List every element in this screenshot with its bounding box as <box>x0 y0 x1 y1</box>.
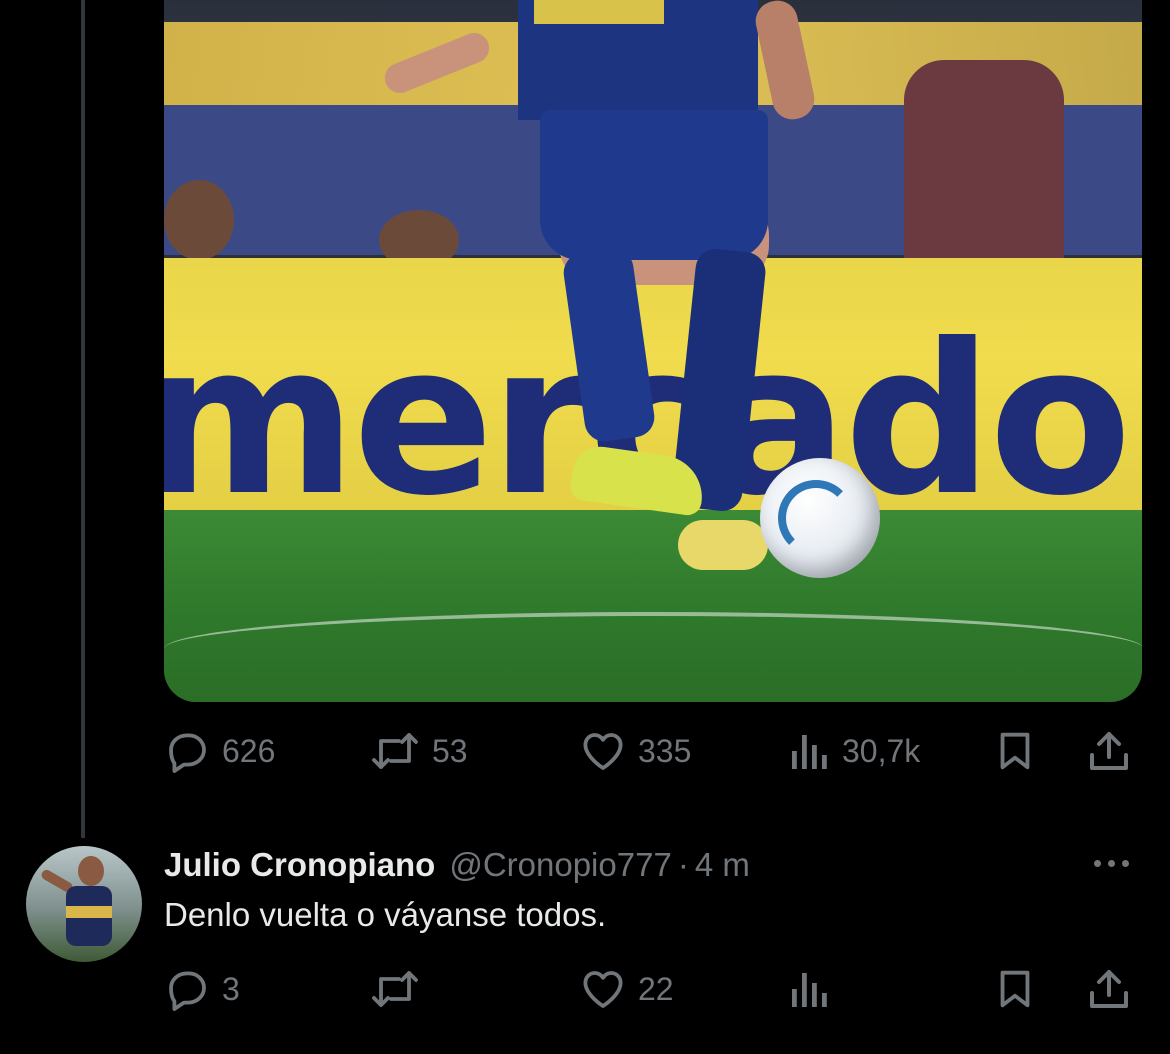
player-shirt-stripe <box>534 0 664 24</box>
bookmark-icon <box>1000 732 1030 770</box>
share-button[interactable] <box>1084 964 1134 1014</box>
repost-button[interactable]: 53 <box>368 726 468 776</box>
bookmark-icon <box>1000 970 1030 1008</box>
reply-button[interactable]: 626 <box>164 726 275 776</box>
thread-connector-line <box>81 0 85 838</box>
share-icon <box>1090 970 1128 1008</box>
share-icon <box>1090 732 1128 770</box>
bookmark-button[interactable] <box>992 726 1038 776</box>
like-icon <box>583 733 623 770</box>
separator-dot: · <box>677 846 689 883</box>
repost-button[interactable] <box>368 964 432 1014</box>
like-count: 335 <box>638 732 692 769</box>
more-icon <box>1108 859 1115 867</box>
reply-count: 3 <box>222 970 240 1007</box>
pitch-marking <box>164 612 1142 686</box>
timestamp[interactable]: 4 m <box>695 846 750 884</box>
player-boot-right <box>678 520 768 570</box>
reply-count: 626 <box>222 732 276 769</box>
reply-header: Julio Cronopiano @Cronopio777 · 4 m <box>164 846 750 886</box>
avatar-figure-stripe <box>66 906 112 918</box>
more-options-button[interactable] <box>1094 848 1129 878</box>
views-button[interactable] <box>788 964 842 1014</box>
views-button[interactable]: 30,7k <box>788 726 920 776</box>
reply-text: Denlo vuelta o váyanse todos. <box>164 896 607 933</box>
views-icon <box>792 735 827 769</box>
reply-action-bar: 3 22 <box>164 964 1142 1014</box>
tweet-media-image[interactable]: mercado l <box>164 0 1142 702</box>
repost-icon <box>372 971 418 1007</box>
football <box>760 458 880 578</box>
views-count: 30,7k <box>842 732 921 769</box>
spectator <box>164 180 234 260</box>
avatar-figure-head <box>78 856 104 886</box>
share-button[interactable] <box>1084 726 1134 776</box>
like-count: 22 <box>638 970 674 1007</box>
repost-icon <box>372 733 418 769</box>
like-icon <box>583 971 623 1008</box>
bookmark-button[interactable] <box>992 964 1038 1014</box>
spectator <box>904 60 1064 260</box>
reply-icon <box>169 733 206 773</box>
views-icon <box>792 973 827 1007</box>
reply-icon <box>169 971 206 1011</box>
user-handle[interactable]: @Cronopio777 <box>449 846 671 884</box>
more-icon <box>1094 859 1101 867</box>
reply-button[interactable]: 3 <box>164 964 240 1014</box>
like-button[interactable]: 22 <box>578 964 674 1014</box>
avatar[interactable] <box>26 846 142 962</box>
tweet-action-bar: 626 53 335 30,7k <box>164 726 1142 776</box>
repost-count: 53 <box>432 732 468 769</box>
player-shorts <box>540 110 768 260</box>
like-button[interactable]: 335 <box>578 726 691 776</box>
more-icon <box>1122 859 1129 867</box>
display-name[interactable]: Julio Cronopiano <box>164 846 435 884</box>
